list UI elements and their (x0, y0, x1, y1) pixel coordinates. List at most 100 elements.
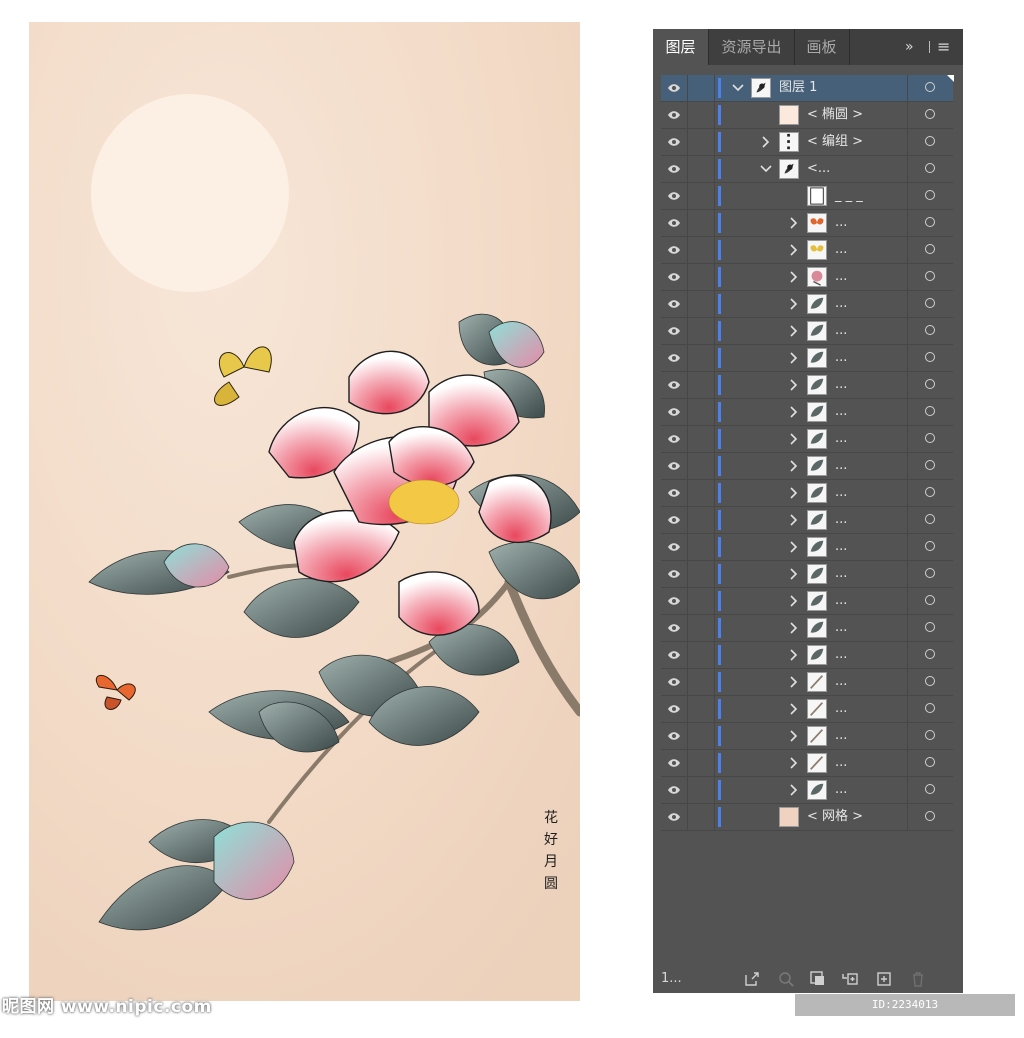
layer-name[interactable]: < 椭圆 > (807, 102, 863, 128)
lock-toggle[interactable] (688, 750, 715, 776)
target-button[interactable] (907, 804, 954, 830)
layer-row[interactable]: < 椭圆 > (661, 102, 953, 129)
locate-object-icon[interactable] (777, 970, 795, 988)
visibility-toggle[interactable] (661, 156, 688, 182)
layer-row[interactable]: ... (661, 210, 953, 237)
collect-export-icon[interactable] (743, 970, 761, 988)
target-button[interactable] (907, 777, 954, 803)
lock-toggle[interactable] (688, 291, 715, 317)
chevron-right-icon[interactable] (787, 696, 801, 722)
visibility-toggle[interactable] (661, 75, 688, 101)
visibility-toggle[interactable] (661, 210, 688, 236)
visibility-toggle[interactable] (661, 723, 688, 749)
layer-name[interactable]: ... (835, 426, 847, 452)
chevron-right-icon[interactable] (787, 642, 801, 668)
chevron-right-icon[interactable] (787, 453, 801, 479)
layer-name[interactable]: ... (835, 264, 847, 290)
target-button[interactable] (907, 372, 954, 398)
delete-icon[interactable] (909, 970, 927, 988)
chevron-right-icon[interactable] (787, 372, 801, 398)
chevron-right-icon[interactable] (787, 345, 801, 371)
target-button[interactable] (907, 669, 954, 695)
layer-row[interactable]: ... (661, 534, 953, 561)
layer-row[interactable]: < 编组 > (661, 129, 953, 156)
lock-toggle[interactable] (688, 669, 715, 695)
new-layer-icon[interactable] (875, 970, 893, 988)
layer-name[interactable]: _ _ _ (835, 183, 863, 209)
chevron-down-icon[interactable] (759, 156, 773, 182)
layer-name[interactable]: ... (835, 561, 847, 587)
layer-name[interactable]: 图层 1 (779, 75, 817, 101)
visibility-toggle[interactable] (661, 345, 688, 371)
layer-name[interactable]: ... (835, 777, 847, 803)
target-button[interactable] (907, 426, 954, 452)
layer-name[interactable]: ... (835, 723, 847, 749)
layer-name[interactable]: ... (835, 642, 847, 668)
chevron-right-icon[interactable] (787, 480, 801, 506)
lock-toggle[interactable] (688, 264, 715, 290)
target-button[interactable] (907, 156, 954, 182)
lock-toggle[interactable] (688, 75, 715, 101)
chevron-right-icon[interactable] (787, 669, 801, 695)
target-button[interactable] (907, 561, 954, 587)
target-button[interactable] (907, 399, 954, 425)
target-button[interactable] (907, 102, 954, 128)
layer-name[interactable]: <... (807, 156, 830, 182)
layer-row[interactable]: ... (661, 750, 953, 777)
lock-toggle[interactable] (688, 723, 715, 749)
layer-row[interactable]: ... (661, 399, 953, 426)
layer-row[interactable]: <... (661, 156, 953, 183)
layer-name[interactable]: ... (835, 453, 847, 479)
visibility-toggle[interactable] (661, 102, 688, 128)
chevron-down-icon[interactable] (731, 75, 745, 101)
lock-toggle[interactable] (688, 453, 715, 479)
layer-row[interactable]: ... (661, 507, 953, 534)
layer-row[interactable]: ... (661, 696, 953, 723)
layer-name[interactable]: ... (835, 372, 847, 398)
lock-toggle[interactable] (688, 399, 715, 425)
target-button[interactable] (907, 615, 954, 641)
chevron-right-icon[interactable] (787, 426, 801, 452)
chevron-right-icon[interactable] (787, 750, 801, 776)
visibility-toggle[interactable] (661, 291, 688, 317)
chevron-right-icon[interactable] (759, 129, 773, 155)
layer-name[interactable]: ... (835, 750, 847, 776)
chevron-right-icon[interactable] (787, 399, 801, 425)
tab-asset-export[interactable]: 资源导出 (709, 29, 794, 65)
clipping-mask-icon[interactable] (809, 970, 827, 988)
target-button[interactable] (907, 453, 954, 479)
visibility-toggle[interactable] (661, 642, 688, 668)
target-button[interactable] (907, 291, 954, 317)
chevron-right-icon[interactable] (787, 507, 801, 533)
layer-name[interactable]: ... (835, 318, 847, 344)
lock-toggle[interactable] (688, 642, 715, 668)
visibility-toggle[interactable] (661, 453, 688, 479)
layer-row[interactable]: ... (661, 723, 953, 750)
target-button[interactable] (907, 642, 954, 668)
lock-toggle[interactable] (688, 102, 715, 128)
layer-row[interactable]: ... (661, 777, 953, 804)
visibility-toggle[interactable] (661, 669, 688, 695)
visibility-toggle[interactable] (661, 804, 688, 830)
target-button[interactable] (907, 318, 954, 344)
visibility-toggle[interactable] (661, 750, 688, 776)
layer-row[interactable]: ... (661, 345, 953, 372)
layer-name[interactable]: ... (835, 669, 847, 695)
chevron-right-icon[interactable] (787, 723, 801, 749)
target-button[interactable] (907, 75, 954, 101)
visibility-toggle[interactable] (661, 615, 688, 641)
layer-row[interactable]: ... (661, 615, 953, 642)
visibility-toggle[interactable] (661, 318, 688, 344)
chevron-right-icon[interactable] (787, 534, 801, 560)
layer-name[interactable]: < 编组 > (807, 129, 863, 155)
visibility-toggle[interactable] (661, 507, 688, 533)
visibility-toggle[interactable] (661, 264, 688, 290)
layer-row[interactable]: ... (661, 318, 953, 345)
layer-row[interactable]: ... (661, 669, 953, 696)
target-button[interactable] (907, 534, 954, 560)
lock-toggle[interactable] (688, 129, 715, 155)
visibility-toggle[interactable] (661, 534, 688, 560)
lock-toggle[interactable] (688, 696, 715, 722)
lock-toggle[interactable] (688, 183, 715, 209)
lock-toggle[interactable] (688, 210, 715, 236)
